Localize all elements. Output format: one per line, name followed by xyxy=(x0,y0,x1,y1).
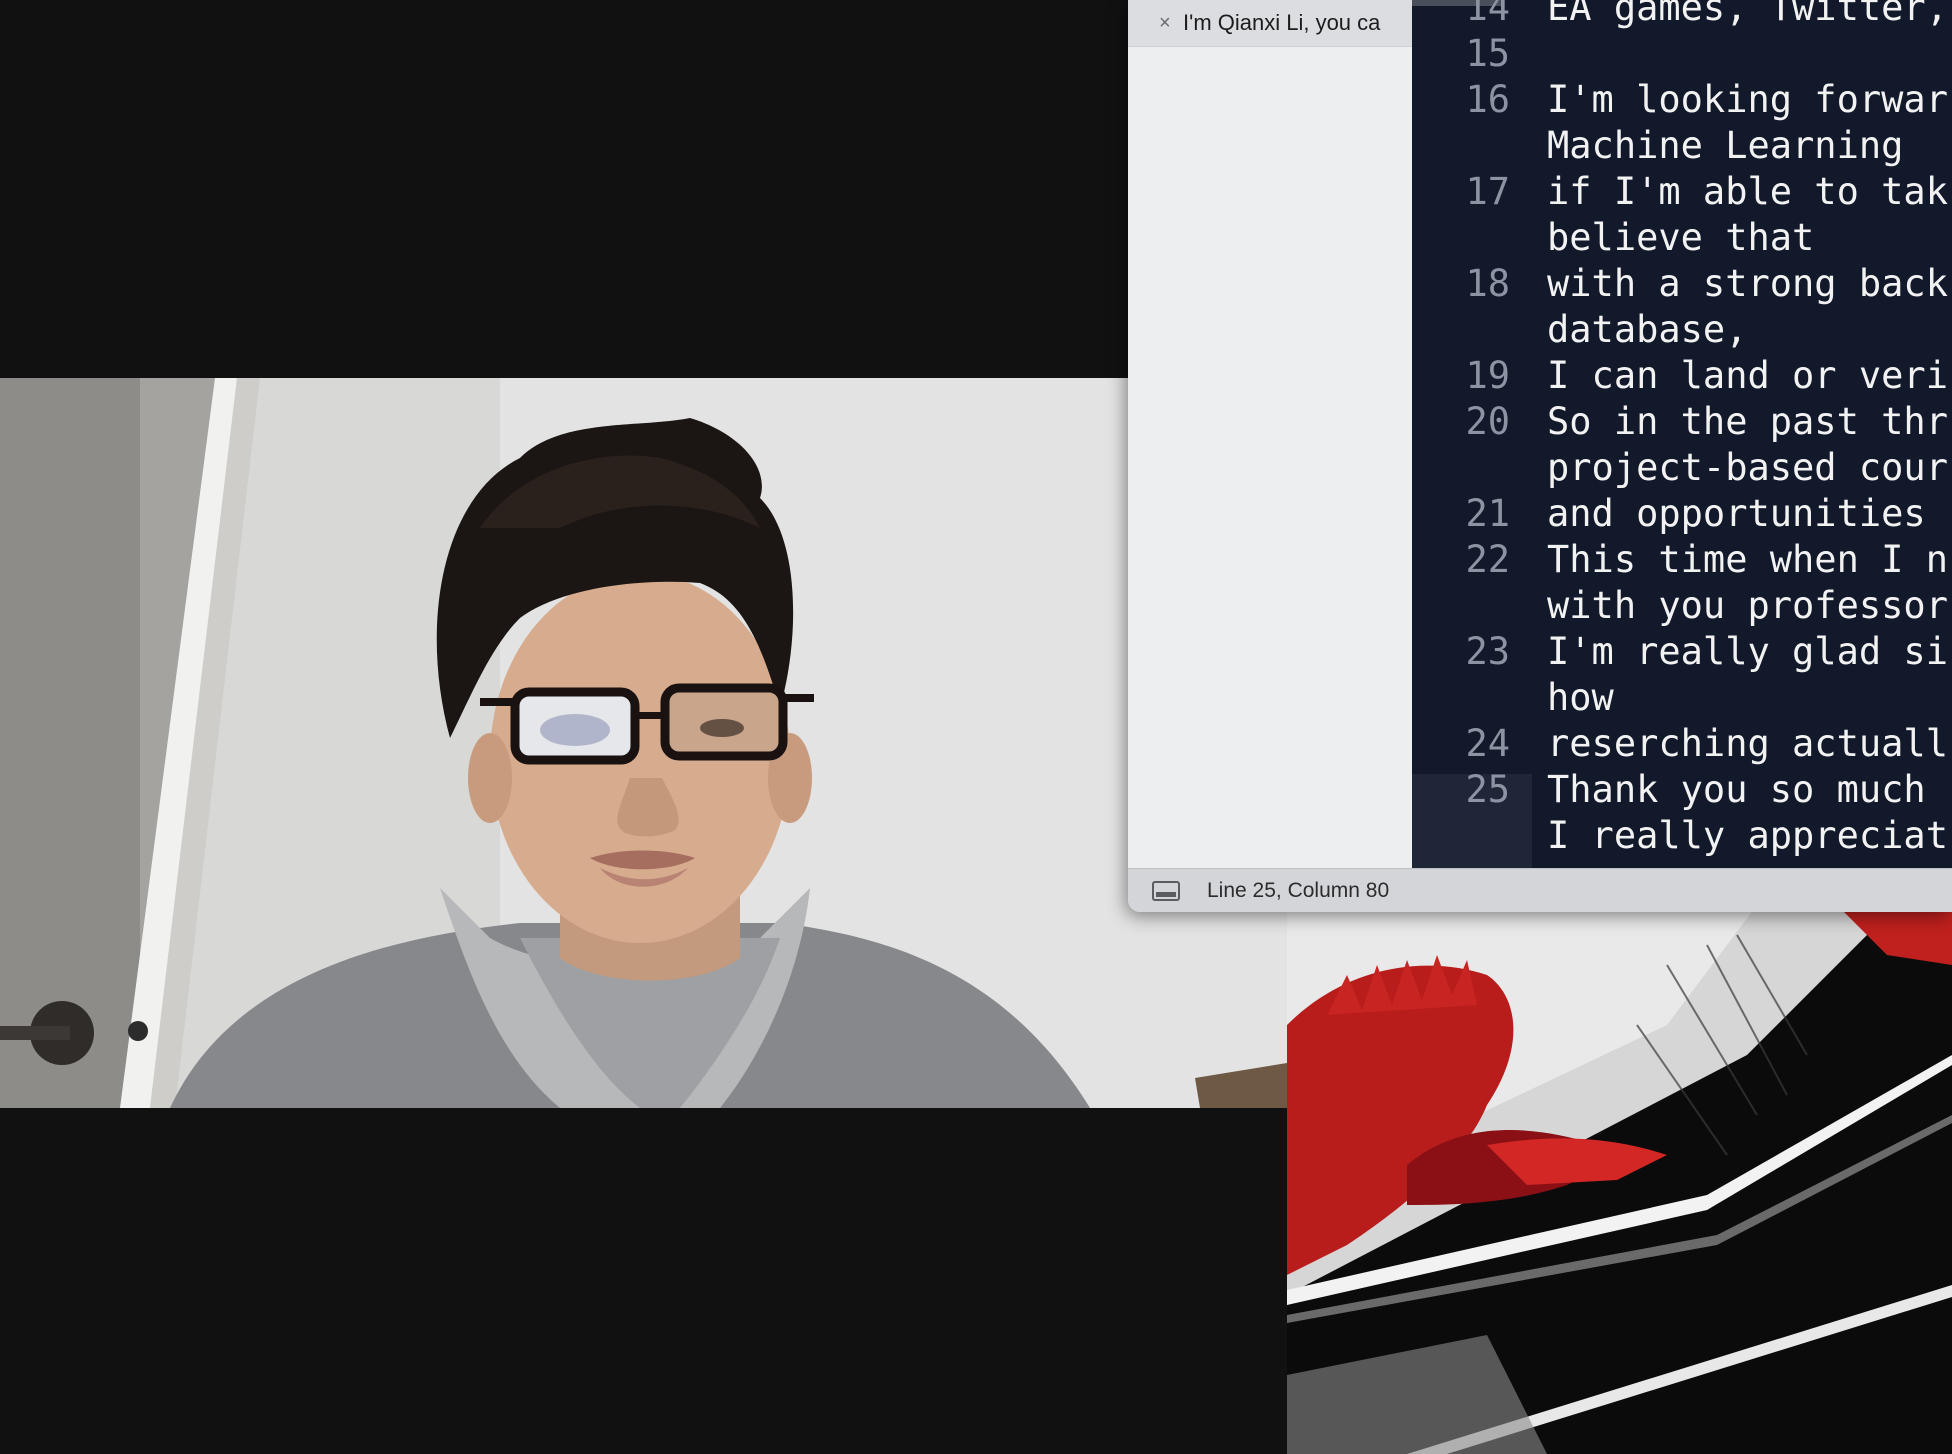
code-line-wrap[interactable]: believe that xyxy=(1547,216,1814,259)
status-bar: Line 25, Column 80 xyxy=(1128,868,1952,912)
code-line[interactable]: I'm really glad si xyxy=(1547,630,1948,673)
code-editor-area[interactable]: 14 EA games, Twitter, 15 16 I'm looking … xyxy=(1412,0,1952,868)
code-line[interactable]: So in the past thr xyxy=(1547,400,1948,443)
line-number: 20 xyxy=(1465,400,1510,443)
cursor-position[interactable]: Line 25, Column 80 xyxy=(1207,879,1389,903)
code-line-wrap[interactable]: I really appreciat xyxy=(1547,814,1948,857)
line-number: 23 xyxy=(1465,630,1510,673)
line-number: 17 xyxy=(1465,170,1510,213)
line-number-current: 25 xyxy=(1465,768,1510,811)
editor-sidebar xyxy=(1128,0,1412,868)
close-tab-icon[interactable]: × xyxy=(1159,13,1173,33)
line-number: 24 xyxy=(1465,722,1510,765)
code-line[interactable]: if I'm able to tak xyxy=(1547,170,1948,213)
webcam-video xyxy=(0,378,1287,1108)
file-tab-title: I'm Qianxi Li, you ca xyxy=(1183,10,1381,35)
toggle-panel-icon[interactable] xyxy=(1152,881,1180,901)
line-number: 14 xyxy=(1465,0,1510,29)
code-line-current[interactable]: Thank you so much xyxy=(1547,768,1926,811)
code-line[interactable]: This time when I n xyxy=(1547,538,1948,581)
line-number: 18 xyxy=(1465,262,1510,305)
code-line[interactable]: I'm looking forwar xyxy=(1547,78,1948,121)
line-number: 21 xyxy=(1465,492,1510,535)
desktop-wallpaper xyxy=(1287,905,1952,1454)
code-line[interactable]: EA games, Twitter, xyxy=(1547,0,1948,29)
code-line-wrap[interactable]: project-based cour xyxy=(1547,446,1948,489)
file-tab[interactable]: × I'm Qianxi Li, you ca xyxy=(1128,0,1412,47)
text-editor-window: × I'm Qianxi Li, you ca 14 EA games, Twi… xyxy=(1128,0,1952,912)
line-number: 15 xyxy=(1465,32,1510,75)
code-line[interactable]: with a strong back xyxy=(1547,262,1948,305)
code-line[interactable]: and opportunities xyxy=(1547,492,1926,535)
code-line-wrap[interactable]: how xyxy=(1547,676,1614,719)
code-line[interactable]: reserching actuall xyxy=(1547,722,1948,765)
line-number: 16 xyxy=(1465,78,1510,121)
line-number: 22 xyxy=(1465,538,1510,581)
code-line-wrap[interactable]: with you professor xyxy=(1547,584,1948,627)
code-line[interactable]: I can land or veri xyxy=(1547,354,1948,397)
code-line-wrap[interactable]: Machine Learning xyxy=(1547,124,1903,167)
line-number: 19 xyxy=(1465,354,1510,397)
code-line-wrap[interactable]: database, xyxy=(1547,308,1747,351)
